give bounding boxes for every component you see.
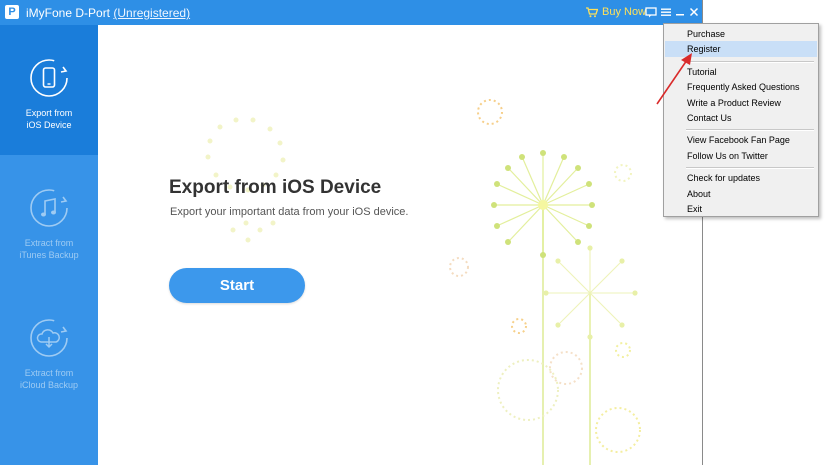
registration-status-link[interactable]: (Unregistered) [113,6,190,20]
menu-item-write-review[interactable]: Write a Product Review [665,95,817,111]
menu-item-label: Exit [687,204,703,214]
menu-item-label: Contact Us [687,113,732,123]
menu-item-faq[interactable]: Frequently Asked Questions [665,79,817,95]
menu-item-label: Frequently Asked Questions [687,82,800,92]
menu-item-exit[interactable]: Exit [665,201,817,217]
music-note-icon [30,189,68,227]
phone-export-icon [30,59,68,97]
dandelion-decoration [205,99,641,465]
sidebar-item-label: Extract from iTunes Backup [19,238,79,260]
minimize-icon[interactable] [673,5,687,19]
menu-item-label: Purchase [687,29,726,39]
buy-now-button[interactable]: Buy Now [586,6,646,18]
menu-item-about[interactable]: About [665,186,817,202]
menu-separator [686,129,814,131]
menu-item-tutorial[interactable]: Tutorial [665,64,817,80]
menu-item-register[interactable]: Register [665,41,817,57]
sidebar-item-label: Extract from iCloud Backup [19,368,79,390]
app-logo-icon: P [5,5,19,19]
app-title: iMyFone D-Port (Unregistered) [26,6,190,20]
menu-item-label: View Facebook Fan Page [687,135,790,145]
menu-separator [686,61,814,63]
page-title: Export from iOS Device [169,177,382,198]
start-button[interactable]: Start [169,268,305,303]
sidebar-item-extract-from-icloud[interactable]: Extract from iCloud Backup [0,285,98,415]
menu-item-label: Follow Us on Twitter [687,151,768,161]
cart-icon [586,6,598,17]
sidebar-item-export-from-ios[interactable]: Export from iOS Device [0,25,98,155]
menu-item-label: Check for updates [687,173,761,183]
cloud-download-icon [30,319,68,357]
buy-now-label: Buy Now [602,6,647,18]
sidebar-item-extract-from-itunes[interactable]: Extract from iTunes Backup [0,155,98,285]
menu-item-contact-us[interactable]: Contact Us [665,110,817,126]
main-content: Export from iOS Device Export your impor… [98,25,702,465]
feedback-icon[interactable] [644,5,658,19]
sidebar: Export from iOS Device Extract from iTun… [0,25,98,465]
menu-item-label: Write a Product Review [687,98,781,108]
menu-item-label: Tutorial [687,67,717,77]
menu-item-facebook[interactable]: View Facebook Fan Page [665,132,817,148]
menu-item-label: About [687,189,711,199]
menu-separator [686,167,814,169]
menu-item-label: Register [687,44,721,54]
menu-item-check-updates[interactable]: Check for updates [665,170,817,186]
sidebar-item-label: Export from iOS Device [25,108,73,130]
menu-icon[interactable] [659,5,673,19]
menu-item-purchase[interactable]: Purchase [665,26,817,42]
title-bar: P iMyFone D-Port (Unregistered) Buy Now [0,0,702,25]
close-icon[interactable] [687,5,701,19]
app-name: iMyFone D-Port [26,6,111,20]
settings-menu: Purchase Register Tutorial Frequently As… [663,23,819,217]
page-subtitle: Export your important data from your iOS… [170,206,409,218]
menu-item-twitter[interactable]: Follow Us on Twitter [665,148,817,164]
